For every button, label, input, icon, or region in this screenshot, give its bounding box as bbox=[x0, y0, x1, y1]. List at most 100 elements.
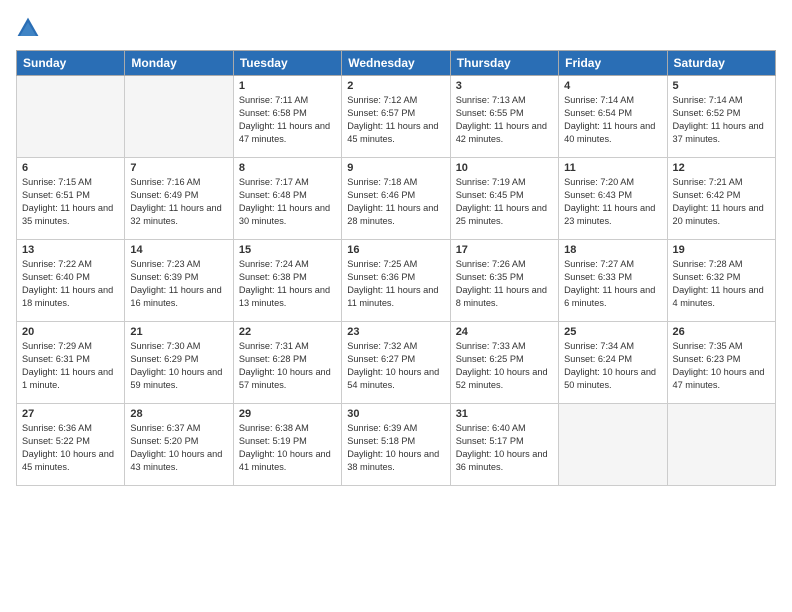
day-cell: 8 Sunrise: 7:17 AMSunset: 6:48 PMDaylight… bbox=[233, 158, 341, 240]
day-number: 31 bbox=[456, 408, 553, 420]
day-cell bbox=[559, 404, 667, 486]
day-cell: 7Sunrise: 7:16 AMSunset: 6:49 PMDaylight… bbox=[125, 158, 233, 240]
day-number: 29 bbox=[239, 408, 336, 420]
day-number: 26 bbox=[673, 326, 770, 338]
weekday-header-wednesday: Wednesday bbox=[342, 51, 450, 76]
day-number: 18 bbox=[564, 244, 661, 256]
day-info: Sunrise: 6:37 AMSunset: 5:20 PMDaylight:… bbox=[130, 422, 227, 474]
day-number: 16 bbox=[347, 244, 444, 256]
day-cell: 2Sunrise: 7:12 AMSunset: 6:57 PMDaylight… bbox=[342, 76, 450, 158]
day-number: 13 bbox=[22, 244, 119, 256]
day-number: 17 bbox=[456, 244, 553, 256]
day-number: 1 bbox=[239, 80, 336, 92]
day-cell bbox=[667, 404, 775, 486]
week-row-3: 13 Sunrise: 7:22 AMSunset: 6:40 PMDayligh… bbox=[17, 240, 776, 322]
day-info: Sunrise: 6:36 AMSunset: 5:22 PMDaylight:… bbox=[22, 422, 119, 474]
day-info: Sunrise: 6:38 AMSunset: 5:19 PMDaylight:… bbox=[239, 422, 336, 474]
day-number: 30 bbox=[347, 408, 444, 420]
day-number: 15 bbox=[239, 244, 336, 256]
day-cell: 31 Sunrise: 6:40 AMSunset: 5:17 PMDayligh… bbox=[450, 404, 558, 486]
weekday-header-saturday: Saturday bbox=[667, 51, 775, 76]
day-info: Sunrise: 7:32 AMSunset: 6:27 PMDaylight:… bbox=[347, 340, 444, 392]
weekday-header-friday: Friday bbox=[559, 51, 667, 76]
day-info: Sunrise: 7:23 AMSunset: 6:39 PMDaylight:… bbox=[130, 258, 227, 310]
day-info: Sunrise: 7:17 AMSunset: 6:48 PMDaylight:… bbox=[239, 176, 336, 228]
day-cell: 18 Sunrise: 7:27 AMSunset: 6:33 PMDayligh… bbox=[559, 240, 667, 322]
day-info: Sunrise: 7:18 AMSunset: 6:46 PMDaylight:… bbox=[347, 176, 444, 228]
weekday-header-monday: Monday bbox=[125, 51, 233, 76]
day-number: 22 bbox=[239, 326, 336, 338]
day-info: Sunrise: 7:22 AMSunset: 6:40 PMDaylight:… bbox=[22, 258, 119, 310]
day-info: Sunrise: 7:21 AMSunset: 6:42 PMDaylight:… bbox=[673, 176, 770, 228]
week-row-4: 20Sunrise: 7:29 AMSunset: 6:31 PMDayligh… bbox=[17, 322, 776, 404]
day-number: 14 bbox=[130, 244, 227, 256]
day-cell: 22 Sunrise: 7:31 AMSunset: 6:28 PMDayligh… bbox=[233, 322, 341, 404]
day-cell: 30 Sunrise: 6:39 AMSunset: 5:18 PMDayligh… bbox=[342, 404, 450, 486]
day-info: Sunrise: 7:14 AMSunset: 6:52 PMDaylight:… bbox=[673, 94, 770, 146]
day-cell: 9 Sunrise: 7:18 AMSunset: 6:46 PMDaylight… bbox=[342, 158, 450, 240]
day-cell: 21Sunrise: 7:30 AMSunset: 6:29 PMDayligh… bbox=[125, 322, 233, 404]
day-info: Sunrise: 7:20 AMSunset: 6:43 PMDaylight:… bbox=[564, 176, 661, 228]
day-number: 28 bbox=[130, 408, 227, 420]
day-cell: 14 Sunrise: 7:23 AMSunset: 6:39 PMDayligh… bbox=[125, 240, 233, 322]
weekday-header-thursday: Thursday bbox=[450, 51, 558, 76]
day-cell: 12 Sunrise: 7:21 AMSunset: 6:42 PMDayligh… bbox=[667, 158, 775, 240]
day-number: 23 bbox=[347, 326, 444, 338]
week-row-1: 1 Sunrise: 7:11 AMSunset: 6:58 PMDaylight… bbox=[17, 76, 776, 158]
day-number: 5 bbox=[673, 80, 770, 92]
day-info: Sunrise: 7:31 AMSunset: 6:28 PMDaylight:… bbox=[239, 340, 336, 392]
day-number: 24 bbox=[456, 326, 553, 338]
day-number: 19 bbox=[673, 244, 770, 256]
day-number: 25 bbox=[564, 326, 661, 338]
day-cell: 28 Sunrise: 6:37 AMSunset: 5:20 PMDayligh… bbox=[125, 404, 233, 486]
day-cell: 19 Sunrise: 7:28 AMSunset: 6:32 PMDayligh… bbox=[667, 240, 775, 322]
day-cell: 5 Sunrise: 7:14 AMSunset: 6:52 PMDaylight… bbox=[667, 76, 775, 158]
day-info: Sunrise: 7:28 AMSunset: 6:32 PMDaylight:… bbox=[673, 258, 770, 310]
week-row-2: 6Sunrise: 7:15 AMSunset: 6:51 PMDaylight… bbox=[17, 158, 776, 240]
day-number: 8 bbox=[239, 162, 336, 174]
day-info: Sunrise: 7:27 AMSunset: 6:33 PMDaylight:… bbox=[564, 258, 661, 310]
page: SundayMondayTuesdayWednesdayThursdayFrid… bbox=[0, 0, 792, 612]
day-number: 12 bbox=[673, 162, 770, 174]
day-info: Sunrise: 7:34 AMSunset: 6:24 PMDaylight:… bbox=[564, 340, 661, 392]
day-info: Sunrise: 7:25 AMSunset: 6:36 PMDaylight:… bbox=[347, 258, 444, 310]
day-info: Sunrise: 6:39 AMSunset: 5:18 PMDaylight:… bbox=[347, 422, 444, 474]
day-number: 27 bbox=[22, 408, 119, 420]
day-number: 3 bbox=[456, 80, 553, 92]
day-cell: 20Sunrise: 7:29 AMSunset: 6:31 PMDayligh… bbox=[17, 322, 125, 404]
day-cell: 1 Sunrise: 7:11 AMSunset: 6:58 PMDaylight… bbox=[233, 76, 341, 158]
day-cell: 24 Sunrise: 7:33 AMSunset: 6:25 PMDayligh… bbox=[450, 322, 558, 404]
week-row-5: 27 Sunrise: 6:36 AMSunset: 5:22 PMDayligh… bbox=[17, 404, 776, 486]
day-info: Sunrise: 7:26 AMSunset: 6:35 PMDaylight:… bbox=[456, 258, 553, 310]
day-number: 4 bbox=[564, 80, 661, 92]
day-number: 21 bbox=[130, 326, 227, 338]
day-cell: 25 Sunrise: 7:34 AMSunset: 6:24 PMDayligh… bbox=[559, 322, 667, 404]
day-number: 7 bbox=[130, 162, 227, 174]
day-info: Sunrise: 7:35 AMSunset: 6:23 PMDaylight:… bbox=[673, 340, 770, 392]
day-cell: 3Sunrise: 7:13 AMSunset: 6:55 PMDaylight… bbox=[450, 76, 558, 158]
day-info: Sunrise: 7:14 AMSunset: 6:54 PMDaylight:… bbox=[564, 94, 661, 146]
logo bbox=[16, 16, 44, 40]
day-cell: 29 Sunrise: 6:38 AMSunset: 5:19 PMDayligh… bbox=[233, 404, 341, 486]
header bbox=[16, 16, 776, 40]
day-info: Sunrise: 7:33 AMSunset: 6:25 PMDaylight:… bbox=[456, 340, 553, 392]
day-info: Sunrise: 7:19 AMSunset: 6:45 PMDaylight:… bbox=[456, 176, 553, 228]
day-cell bbox=[17, 76, 125, 158]
day-info: Sunrise: 6:40 AMSunset: 5:17 PMDaylight:… bbox=[456, 422, 553, 474]
weekday-header-row: SundayMondayTuesdayWednesdayThursdayFrid… bbox=[17, 51, 776, 76]
day-cell: 16 Sunrise: 7:25 AMSunset: 6:36 PMDayligh… bbox=[342, 240, 450, 322]
day-cell: 15Sunrise: 7:24 AMSunset: 6:38 PMDayligh… bbox=[233, 240, 341, 322]
day-cell: 17 Sunrise: 7:26 AMSunset: 6:35 PMDayligh… bbox=[450, 240, 558, 322]
day-number: 9 bbox=[347, 162, 444, 174]
day-info: Sunrise: 7:12 AMSunset: 6:57 PMDaylight:… bbox=[347, 94, 444, 146]
day-number: 10 bbox=[456, 162, 553, 174]
day-cell: 13 Sunrise: 7:22 AMSunset: 6:40 PMDayligh… bbox=[17, 240, 125, 322]
day-cell: 26 Sunrise: 7:35 AMSunset: 6:23 PMDayligh… bbox=[667, 322, 775, 404]
day-cell: 10 Sunrise: 7:19 AMSunset: 6:45 PMDayligh… bbox=[450, 158, 558, 240]
day-cell bbox=[125, 76, 233, 158]
day-number: 6 bbox=[22, 162, 119, 174]
weekday-header-tuesday: Tuesday bbox=[233, 51, 341, 76]
day-number: 11 bbox=[564, 162, 661, 174]
day-info: Sunrise: 7:29 AMSunset: 6:31 PMDaylight:… bbox=[22, 340, 119, 392]
day-info: Sunrise: 7:11 AMSunset: 6:58 PMDaylight:… bbox=[239, 94, 336, 146]
